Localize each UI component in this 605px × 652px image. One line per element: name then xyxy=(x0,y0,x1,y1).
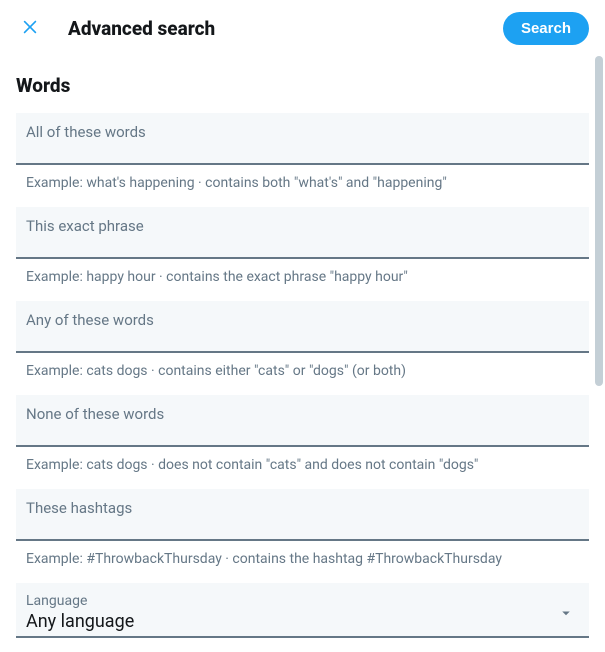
none-words-label: None of these words xyxy=(26,405,579,423)
field-exact-phrase: This exact phrase Example: happy hour · … xyxy=(16,207,589,285)
modal-content[interactable]: Words All of these words Example: what's… xyxy=(0,58,605,652)
any-words-example: Example: cats dogs · contains either "ca… xyxy=(16,361,589,379)
all-words-label: All of these words xyxy=(26,123,579,141)
field-none-of-these-words: None of these words Example: cats dogs ·… xyxy=(16,395,589,473)
all-words-input[interactable]: All of these words xyxy=(16,113,589,165)
close-button[interactable] xyxy=(16,13,44,44)
none-words-input[interactable]: None of these words xyxy=(16,395,589,447)
modal-header: Advanced search Search xyxy=(0,0,605,58)
scrollbar-thumb[interactable] xyxy=(595,56,603,386)
none-words-example: Example: cats dogs · does not contain "c… xyxy=(16,455,589,473)
exact-phrase-example: Example: happy hour · contains the exact… xyxy=(16,267,589,285)
hashtags-input[interactable]: These hashtags xyxy=(16,489,589,541)
any-words-input[interactable]: Any of these words xyxy=(16,301,589,353)
advanced-search-modal: Advanced search Search Words All of thes… xyxy=(0,0,605,652)
section-title-words: Words xyxy=(16,74,589,97)
exact-phrase-input[interactable]: This exact phrase xyxy=(16,207,589,259)
modal-title: Advanced search xyxy=(68,17,479,40)
field-these-hashtags: These hashtags Example: #ThrowbackThursd… xyxy=(16,489,589,567)
field-any-of-these-words: Any of these words Example: cats dogs · … xyxy=(16,301,589,379)
close-icon xyxy=(20,17,40,40)
hashtags-example: Example: #ThrowbackThursday · contains t… xyxy=(16,549,589,567)
language-select[interactable]: Language Any language xyxy=(16,583,589,638)
hashtags-label: These hashtags xyxy=(26,499,579,517)
all-words-example: Example: what's happening · contains bot… xyxy=(16,173,589,191)
any-words-label: Any of these words xyxy=(26,311,579,329)
field-all-of-these-words: All of these words Example: what's happe… xyxy=(16,113,589,191)
chevron-down-icon xyxy=(557,604,575,626)
search-button[interactable]: Search xyxy=(503,12,589,45)
field-language: Language Any language xyxy=(16,583,589,638)
exact-phrase-label: This exact phrase xyxy=(26,217,579,235)
language-label: Language xyxy=(26,593,579,609)
language-value: Any language xyxy=(26,611,134,632)
